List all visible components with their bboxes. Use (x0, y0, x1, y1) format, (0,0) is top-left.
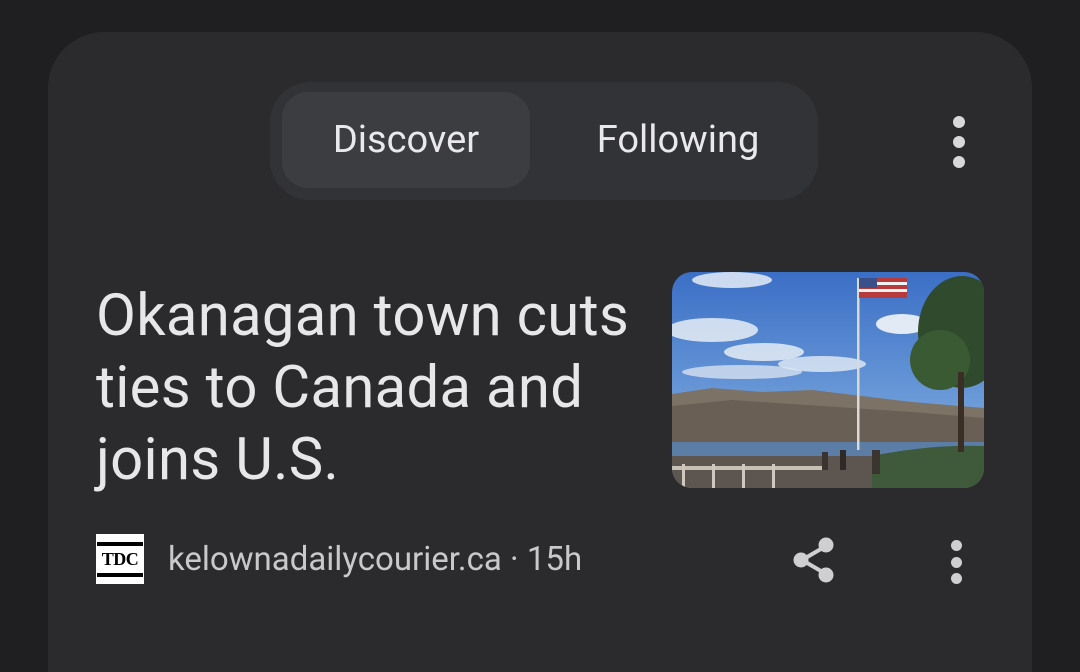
article-thumbnail[interactable] (672, 272, 984, 488)
more-vert-icon[interactable] (938, 112, 980, 172)
share-icon[interactable] (786, 532, 842, 588)
discover-feed-card: Discover Following Okanagan town cuts ti… (48, 32, 1032, 672)
source-logo: TDC (96, 534, 144, 584)
tab-following[interactable]: Following (556, 92, 800, 188)
source-logo-text: TDC (101, 548, 139, 569)
source-name: kelownadailycourier.ca (168, 540, 502, 579)
article-more-vert-icon[interactable] (938, 538, 974, 586)
article-meta: kelownadailycourier.ca · 15h (168, 538, 582, 582)
article-headline[interactable]: Okanagan town cuts ties to Canada and jo… (96, 280, 656, 496)
tab-discover[interactable]: Discover (282, 92, 530, 188)
article-age: 15h (526, 540, 583, 579)
feed-tab-switcher: Discover Following (270, 82, 818, 200)
flag-lake-photo-icon (672, 272, 984, 488)
meta-separator: · (501, 540, 527, 579)
